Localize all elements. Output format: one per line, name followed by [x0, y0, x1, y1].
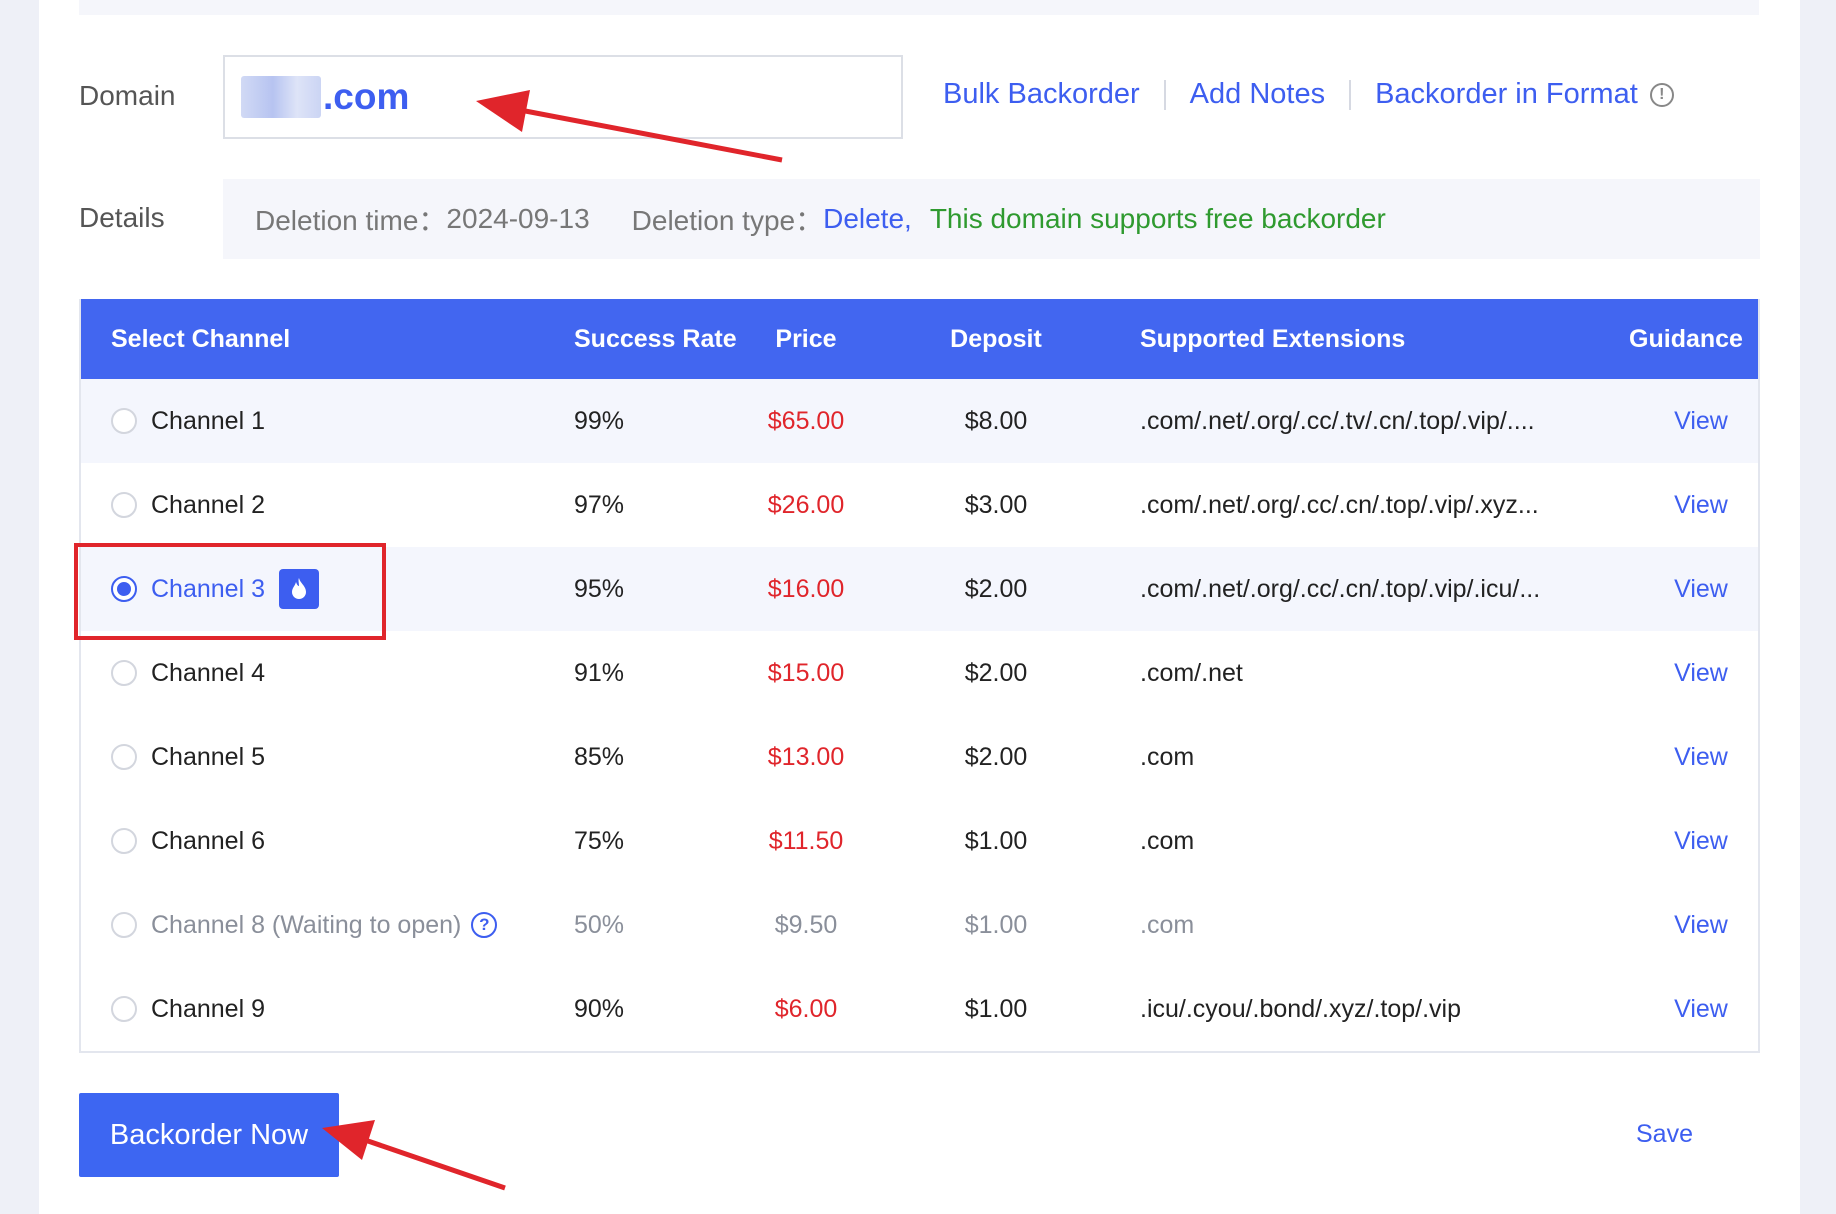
table-row[interactable]: Channel 4 91% $15.00 $2.00 .com/.net Vie…	[81, 631, 1758, 715]
deposit-cell: $2.00	[964, 574, 1028, 603]
header-deposit: Deposit	[950, 324, 1042, 353]
channel-radio[interactable]	[111, 408, 137, 434]
add-notes-link[interactable]: Add Notes	[1190, 78, 1325, 111]
header-guidance: Guidance	[1629, 324, 1743, 353]
domain-label: Domain	[79, 80, 176, 111]
success-rate-cell: 85%	[574, 742, 625, 771]
channel-name: Channel 1	[151, 406, 265, 435]
info-icon[interactable]: !	[1649, 82, 1674, 107]
extensions-cell: .icu/.cyou/.bond/.xyz/.top/.vip	[1140, 994, 1461, 1023]
channel-radio[interactable]	[111, 744, 137, 770]
domain-input[interactable]: .com	[223, 55, 903, 139]
success-rate-cell: 99%	[574, 406, 625, 435]
view-link[interactable]: View	[1641, 407, 1761, 436]
deposit-cell: $1.00	[964, 994, 1028, 1023]
channel-cell[interactable]: Channel 1	[111, 407, 265, 436]
success-rate-cell: 95%	[574, 574, 625, 603]
view-link[interactable]: View	[1641, 995, 1761, 1024]
extensions-cell: .com	[1140, 826, 1195, 855]
link-divider	[1163, 79, 1166, 110]
header-price: Price	[775, 324, 837, 353]
channel-name: Channel 5	[151, 742, 265, 771]
top-strip	[79, 0, 1759, 15]
header-select-channel: Select Channel	[111, 324, 291, 353]
success-rate-cell: 75%	[574, 826, 625, 855]
channel-cell[interactable]: Channel 2	[111, 491, 265, 520]
channel-cell: Channel 8 (Waiting to open) ?	[111, 910, 498, 940]
question-icon[interactable]: ?	[471, 912, 498, 938]
backorder-now-button[interactable]: Backorder Now	[79, 1093, 339, 1177]
backorder-in-format-link[interactable]: Backorder in Format	[1375, 78, 1638, 111]
table-header: Select Channel Success Rate Price Deposi…	[81, 299, 1758, 379]
deposit-cell: $2.00	[964, 742, 1028, 771]
table-row[interactable]: Channel 9 90% $6.00 $1.00 .icu/.cyou/.bo…	[81, 967, 1758, 1051]
header-success-rate: Success Rate	[574, 324, 737, 353]
channel-radio[interactable]	[111, 492, 137, 518]
table-row-disabled: Channel 8 (Waiting to open) ? 50% $9.50 …	[81, 883, 1758, 967]
channel-radio[interactable]	[111, 828, 137, 854]
free-backorder-note: This domain supports free backorder	[929, 203, 1386, 234]
price-cell: $13.00	[767, 742, 845, 771]
bulk-backorder-link[interactable]: Bulk Backorder	[943, 78, 1140, 111]
price-cell: $16.00	[767, 574, 845, 603]
deposit-cell: $1.00	[964, 910, 1028, 939]
channel-name: Channel 2	[151, 490, 265, 519]
domain-extension: .com	[323, 76, 410, 117]
save-link[interactable]: Save	[1636, 1120, 1693, 1149]
view-link[interactable]: View	[1641, 659, 1761, 688]
channel-radio[interactable]	[111, 996, 137, 1022]
extensions-cell: .com	[1140, 910, 1195, 939]
view-link[interactable]: View	[1641, 911, 1761, 940]
deletion-time-value: 2024-09-13	[446, 203, 590, 234]
price-cell: $11.50	[768, 826, 844, 855]
blurred-domain-name	[241, 76, 321, 118]
deposit-cell: $2.00	[964, 658, 1028, 687]
channel-radio-disabled	[111, 912, 137, 938]
table-row[interactable]: Channel 1 99% $65.00 $8.00 .com/.net/.or…	[81, 379, 1758, 463]
view-link[interactable]: View	[1641, 827, 1761, 856]
price-cell: $15.00	[767, 658, 845, 687]
extensions-cell: .com/.net	[1140, 658, 1243, 687]
price-cell: $6.00	[774, 994, 838, 1023]
channel-cell[interactable]: Channel 4	[111, 659, 265, 688]
extensions-cell: .com/.net/.org/.cc/.tv/.cn/.top/.vip/...…	[1140, 406, 1535, 435]
extensions-cell: .com/.net/.org/.cc/.cn/.top/.vip/.icu/..…	[1140, 574, 1541, 603]
channel-cell[interactable]: Channel 6	[111, 827, 265, 856]
price-cell: $26.00	[767, 490, 845, 519]
channel-table: Select Channel Success Rate Price Deposi…	[79, 299, 1760, 1053]
table-row[interactable]: Channel 2 97% $26.00 $3.00 .com/.net/.or…	[81, 463, 1758, 547]
channel-radio[interactable]	[111, 660, 137, 686]
success-rate-cell: 91%	[574, 658, 625, 687]
deletion-type-value: Delete,	[823, 203, 912, 234]
price-cell: $9.50	[774, 910, 838, 939]
channel-name: Channel 4	[151, 658, 265, 687]
details-box: Deletion time： 2024-09-13 Deletion type：…	[223, 179, 1760, 259]
link-divider	[1349, 79, 1352, 110]
extensions-cell: .com	[1140, 742, 1195, 771]
view-link[interactable]: View	[1641, 491, 1761, 520]
details-label: Details	[79, 202, 165, 233]
view-link[interactable]: View	[1641, 743, 1761, 772]
domain-links: Bulk Backorder Add Notes Backorder in Fo…	[943, 78, 1674, 111]
success-rate-cell: 50%	[574, 910, 625, 939]
extensions-cell: .com/.net/.org/.cc/.cn/.top/.vip/.xyz...	[1140, 490, 1539, 519]
channel-cell[interactable]: Channel 9	[111, 995, 265, 1024]
channel-name: Channel 8 (Waiting to open)	[151, 910, 462, 939]
deletion-type-label: Deletion type：	[631, 205, 824, 236]
deposit-cell: $1.00	[964, 826, 1028, 855]
success-rate-cell: 97%	[574, 490, 625, 519]
channel-name: Channel 6	[151, 826, 265, 855]
table-row[interactable]: Channel 6 75% $11.50 $1.00 .com View	[81, 799, 1758, 883]
deposit-cell: $8.00	[964, 406, 1028, 435]
channel-cell[interactable]: Channel 5	[111, 743, 265, 772]
table-row[interactable]: Channel 5 85% $13.00 $2.00 .com View	[81, 715, 1758, 799]
deletion-time-label: Deletion time：	[255, 205, 447, 236]
annotation-highlight-box	[74, 543, 386, 640]
channel-name: Channel 9	[151, 994, 265, 1023]
success-rate-cell: 90%	[574, 994, 625, 1023]
view-link[interactable]: View	[1641, 575, 1761, 604]
header-supported-extensions: Supported Extensions	[1140, 324, 1406, 353]
deposit-cell: $3.00	[964, 490, 1028, 519]
price-cell: $65.00	[767, 406, 845, 435]
